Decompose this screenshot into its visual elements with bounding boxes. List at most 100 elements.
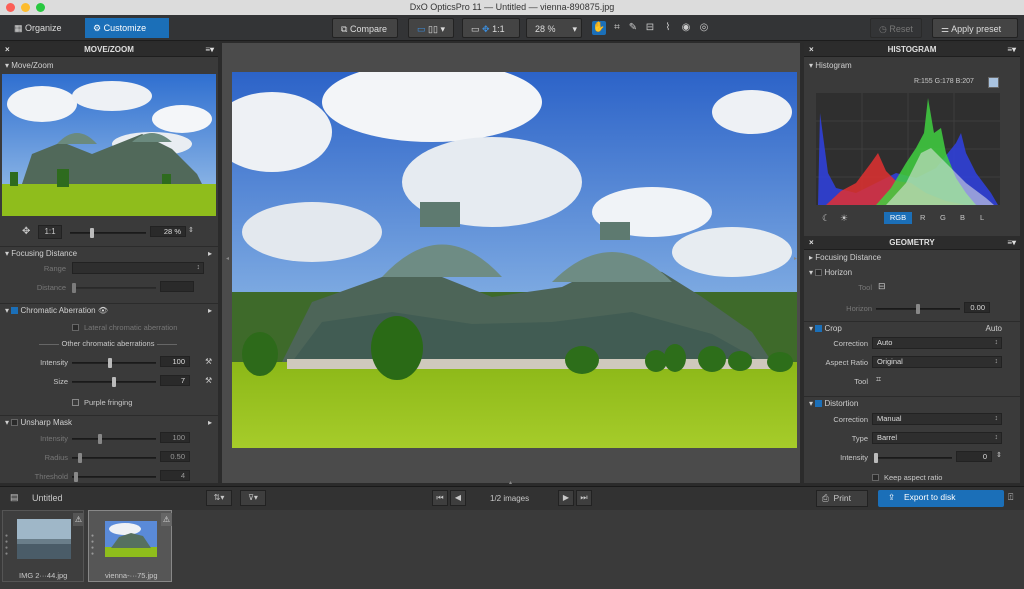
right-collapse-icon[interactable]: ▸: [794, 255, 797, 262]
zoom-select[interactable]: 28 % ▾: [526, 18, 582, 38]
radius-slider[interactable]: [72, 453, 156, 463]
unsharp-intensity-slider[interactable]: [72, 434, 156, 444]
channel-g-button[interactable]: G: [940, 213, 946, 222]
move-zoom-section[interactable]: ▾ Move/Zoom: [0, 59, 218, 72]
crop-tool-icon[interactable]: ⌗: [610, 21, 624, 35]
one-to-one-button[interactable]: 1:1: [38, 225, 62, 239]
left-collapse-icon[interactable]: ◂: [226, 255, 229, 262]
stepper-icon[interactable]: ⇕: [188, 226, 194, 234]
horizon-section[interactable]: ▾ Horizon: [804, 266, 1020, 279]
move-icon[interactable]: ✥: [22, 226, 30, 237]
chromatic-enable-checkbox[interactable]: [11, 307, 19, 314]
navigator-thumbnail[interactable]: [2, 74, 216, 216]
next-image-button[interactable]: ▶: [558, 490, 574, 506]
view-mode-button[interactable]: ▭ ▯▯ ▾: [408, 18, 454, 38]
zoom-slider[interactable]: [70, 228, 146, 238]
sort-button[interactable]: ⇅▾: [206, 490, 232, 506]
close-window-button[interactable]: [6, 3, 15, 12]
eye-icon[interactable]: ◉: [679, 21, 693, 35]
chromatic-aberration-section[interactable]: ▾ Chromatic Aberration 👁 ▸: [0, 303, 218, 316]
distortion-intensity-slider[interactable]: [874, 453, 952, 463]
threshold-field[interactable]: 4: [160, 470, 190, 481]
filmstrip-item[interactable]: ● ● ● ● ⚠ vienna-···75.jpg: [88, 510, 172, 582]
unsharp-enable-checkbox[interactable]: [11, 419, 19, 426]
zoom-window-button[interactable]: [36, 3, 45, 12]
fit-zoom-group[interactable]: ▭ ✥ 1:1: [462, 18, 520, 38]
keep-aspect-checkbox[interactable]: [872, 474, 879, 481]
channel-rgb-button[interactable]: RGB: [884, 212, 912, 224]
close-icon[interactable]: ×: [5, 43, 10, 57]
drag-handle-icon[interactable]: ● ● ● ●: [91, 533, 94, 557]
stepper-icon[interactable]: ⇕: [996, 451, 1002, 459]
compare-button[interactable]: ⧉ Compare: [332, 18, 398, 38]
close-icon[interactable]: ×: [809, 236, 814, 250]
threshold-slider[interactable]: [72, 472, 156, 482]
crop-tool-icon[interactable]: ⌗: [876, 374, 881, 385]
distance-slider[interactable]: [72, 283, 156, 293]
horizon-tool-icon[interactable]: ⊟: [643, 21, 657, 35]
prev-image-button[interactable]: ◀: [450, 490, 466, 506]
ca-size-field[interactable]: 7: [160, 375, 190, 386]
reset-wand-icon[interactable]: ⚒: [205, 357, 212, 366]
export-to-disk-button[interactable]: ⇪ Export to disk: [878, 490, 1004, 507]
main-image[interactable]: [232, 72, 797, 448]
horizon-tool-icon[interactable]: ⊟: [878, 281, 886, 292]
print-button[interactable]: ⎙ Print: [816, 490, 868, 507]
range-select[interactable]: [72, 262, 204, 274]
apply-preset-button[interactable]: ⚌ Apply preset: [932, 18, 1018, 38]
horizon-slider[interactable]: [876, 304, 960, 314]
distortion-checkbox[interactable]: [815, 400, 823, 407]
crop-correction-select[interactable]: Auto: [872, 337, 1002, 349]
reset-wand-icon[interactable]: ⚒: [205, 376, 212, 385]
eye-icon[interactable]: 👁: [98, 306, 108, 315]
eyedropper-icon[interactable]: ✎: [626, 21, 640, 35]
geometry-focusing-section[interactable]: ▸ Focusing Distance: [804, 251, 1020, 264]
distortion-correction-select[interactable]: Manual: [872, 413, 1002, 425]
distortion-intensity-field[interactable]: 0: [956, 451, 992, 462]
last-image-button[interactable]: ⏭: [576, 490, 592, 506]
zoom-field[interactable]: 28 %: [150, 226, 186, 237]
drag-handle-icon[interactable]: ● ● ● ●: [5, 533, 8, 557]
panel-menu-icon[interactable]: ≡▾: [205, 43, 214, 57]
unsharp-mask-section[interactable]: ▾ Unsharp Mask ▸: [0, 415, 218, 428]
distortion-section[interactable]: ▾ Distortion: [804, 396, 1020, 409]
reset-button[interactable]: ◷ Reset: [870, 18, 922, 38]
filmstrip-toggle-icon[interactable]: ▤: [10, 492, 19, 503]
ca-intensity-field[interactable]: 100: [160, 356, 190, 367]
channel-r-button[interactable]: R: [920, 213, 925, 222]
unsharp-intensity-field[interactable]: 100: [160, 432, 190, 443]
share-icon[interactable]: ⍐: [1008, 492, 1013, 503]
first-image-button[interactable]: ⏮: [432, 490, 448, 506]
filter-button[interactable]: ⊽▾: [240, 490, 266, 506]
channel-b-button[interactable]: B: [960, 213, 965, 222]
crop-checkbox[interactable]: [815, 325, 823, 332]
brush-icon[interactable]: ⌇: [661, 21, 675, 35]
image-viewer[interactable]: ▴: [222, 43, 800, 486]
crop-section[interactable]: ▾ Crop Auto: [804, 321, 1020, 334]
close-icon[interactable]: ×: [809, 43, 814, 57]
ca-intensity-slider[interactable]: [72, 358, 156, 368]
lateral-ca-checkbox[interactable]: [72, 324, 79, 331]
highlight-clip-icon[interactable]: ☀: [840, 213, 848, 224]
collapse-handle-icon[interactable]: ▴: [509, 479, 512, 486]
focusing-distance-section[interactable]: ▾ Focusing Distance ▸: [0, 246, 218, 259]
shadow-clip-icon[interactable]: ☾: [822, 213, 830, 224]
aspect-ratio-select[interactable]: Original: [872, 356, 1002, 368]
distortion-type-select[interactable]: Barrel: [872, 432, 1002, 444]
customize-tab[interactable]: ⚙ Customize: [85, 18, 169, 38]
panel-menu-icon[interactable]: ≡▾: [1007, 43, 1016, 57]
target-icon[interactable]: ◎: [697, 21, 711, 35]
panel-menu-icon[interactable]: ≡▾: [1007, 236, 1016, 250]
ca-size-slider[interactable]: [72, 377, 156, 387]
hand-tool-icon[interactable]: ✋: [592, 21, 606, 35]
filmstrip-item[interactable]: ● ● ● ● ⚠ IMG 2···44.jpg: [2, 510, 84, 582]
minimize-window-button[interactable]: [21, 3, 30, 12]
purple-fringing-checkbox[interactable]: [72, 399, 79, 406]
horizon-checkbox[interactable]: [815, 269, 823, 276]
distance-field[interactable]: [160, 281, 194, 292]
horizon-field[interactable]: 0.00: [964, 302, 990, 313]
channel-l-button[interactable]: L: [980, 213, 984, 222]
histogram-section[interactable]: ▾ Histogram: [804, 59, 1020, 72]
radius-field[interactable]: 0.50: [160, 451, 190, 462]
organize-tab[interactable]: ▦ Organize: [6, 18, 84, 38]
